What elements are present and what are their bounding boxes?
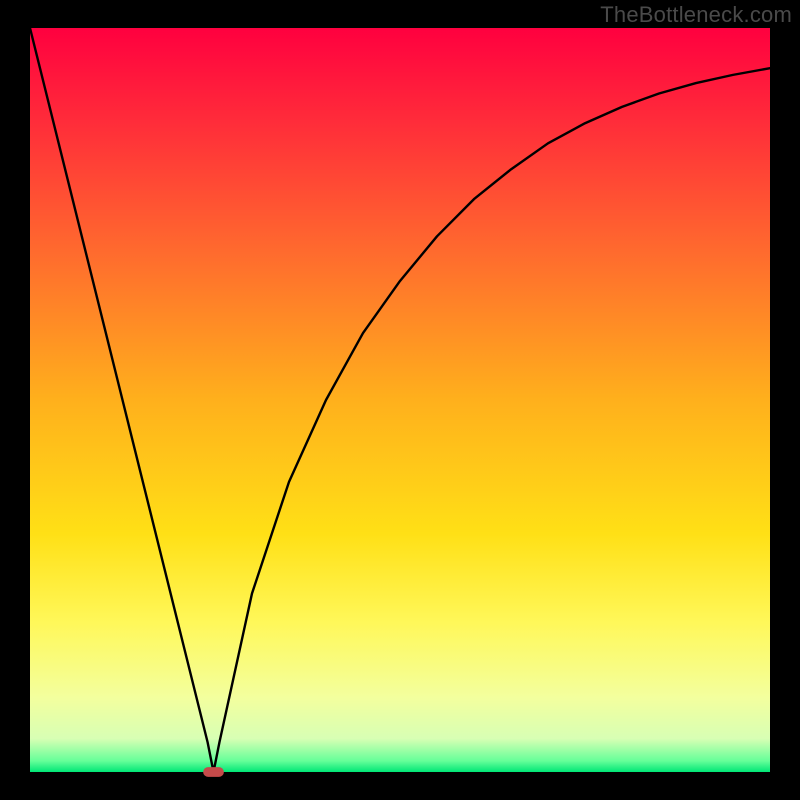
watermark-text: TheBottleneck.com — [600, 2, 792, 28]
plot-background — [30, 28, 770, 772]
min-marker — [203, 767, 224, 777]
chart-container: TheBottleneck.com — [0, 0, 800, 800]
chart-svg — [0, 0, 800, 800]
